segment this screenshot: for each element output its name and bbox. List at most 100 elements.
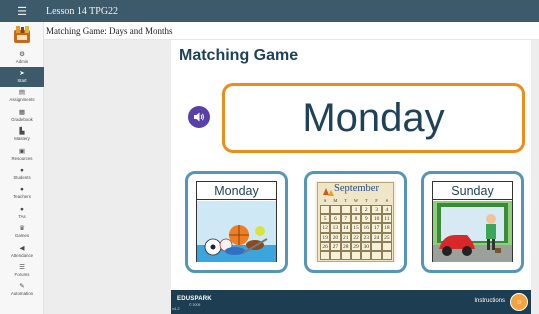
calendar-day-cell: 18 bbox=[381, 223, 392, 233]
activity-title-bar: Matching Game: Days and Months bbox=[44, 22, 539, 40]
sidebar-item-automation[interactable]: ✎ Automation bbox=[0, 281, 44, 300]
calendar-day-cell: 2 bbox=[361, 205, 372, 215]
activity-title: Matching Game: Days and Months bbox=[46, 25, 173, 36]
sidebar-item-label: Assignments bbox=[9, 97, 35, 103]
calendar-day-cell: 9 bbox=[361, 214, 372, 224]
calendar-day-cell: 6 bbox=[330, 214, 341, 224]
sidebar-item-label: Teachers bbox=[13, 194, 31, 200]
calendar-day-cell: 28 bbox=[340, 241, 351, 251]
sidebar-item-start[interactable]: ➤ Start bbox=[0, 67, 44, 87]
choice-card-content: September S M T W T F S 1 2 3 4 5 6 7 8 9 10 11 12 13 14 15 16… bbox=[315, 181, 396, 262]
right-gutter bbox=[531, 40, 539, 314]
calendar-day-cell: 7 bbox=[340, 214, 351, 224]
calendar-day-cell: 11 bbox=[381, 214, 392, 224]
calendar-weekday: T bbox=[344, 198, 348, 203]
sidebar-item-label: Games bbox=[14, 233, 30, 239]
version-label: v4.2 bbox=[172, 306, 180, 311]
paper-plane-icon: ➤ bbox=[19, 70, 25, 78]
calendar-day-cell bbox=[320, 250, 331, 260]
calendar-day-cell: 22 bbox=[350, 232, 362, 242]
choice-label: Monday bbox=[197, 182, 276, 200]
instructions-label[interactable]: Instructions bbox=[474, 298, 505, 304]
calendar-day-cell bbox=[361, 250, 372, 260]
instructions-icon[interactable]: ☺ bbox=[510, 293, 528, 311]
left-gutter bbox=[44, 40, 171, 314]
app-logo-icon[interactable] bbox=[0, 22, 44, 48]
sidebar-item-label: Gradebook bbox=[11, 116, 33, 122]
sidebar-item-students[interactable]: ● Students bbox=[0, 164, 44, 183]
calendar-day-cell: 5 bbox=[320, 214, 331, 224]
calendar-day-cell: 12 bbox=[320, 223, 331, 233]
forum-icon: ☰ bbox=[19, 263, 25, 271]
hamburger-icon[interactable]: ☰ bbox=[0, 0, 44, 22]
sidebar-item-label: Students bbox=[13, 175, 31, 181]
calendar-day-cell bbox=[381, 241, 392, 251]
choice-card-monday[interactable]: Monday bbox=[185, 171, 288, 273]
calendar-day-cell: 16 bbox=[361, 223, 372, 233]
sidebar-item-tas[interactable]: ● TAs bbox=[0, 203, 44, 222]
calendar-day-cell: 8 bbox=[350, 214, 362, 224]
calendar-day-cell bbox=[330, 205, 341, 215]
ta-icon: ● bbox=[20, 205, 24, 213]
september-calendar-image: September S M T W T F S 1 2 3 4 5 6 7 8 9 10 11 12 13 14 15 16… bbox=[317, 182, 394, 262]
calendar-grid: S M T W T F S 1 2 3 4 5 6 7 8 9 10 11 12 13 14 15 16 17 18 19 20 21… bbox=[320, 196, 392, 260]
calendar-day-cell: 23 bbox=[361, 232, 372, 242]
brand-subtitle: © 2009 bbox=[189, 303, 201, 307]
gear-icon: ⚙ bbox=[19, 50, 25, 58]
sidebar-item-label: Attendance bbox=[10, 252, 34, 258]
sidebar-item-admin[interactable]: ⚙ Admin bbox=[0, 48, 44, 67]
sidebar-item-label: Mastery bbox=[14, 136, 30, 142]
game-footer: EDUSPARK © 2009 v4.2 Instructions ☺ bbox=[171, 290, 531, 314]
calendar-weekday: T bbox=[364, 198, 368, 203]
calendar-day-cell: 25 bbox=[381, 232, 392, 242]
calendar-day-cell bbox=[340, 250, 351, 260]
sidebar-item-label: Automation bbox=[10, 291, 34, 297]
calendar-day-cell: 15 bbox=[350, 223, 362, 233]
calendar-day-cell: 29 bbox=[350, 241, 362, 251]
sidebar-item-resources[interactable]: ▣ Resources bbox=[0, 145, 44, 164]
calendar-weekday: F bbox=[375, 198, 378, 203]
matching-game-panel: Matching Game Monday Monday September S … bbox=[171, 40, 531, 314]
calendar-day-cell: 17 bbox=[371, 223, 382, 233]
sidebar-item-attendance[interactable]: ◀ Attendance bbox=[0, 242, 44, 261]
sidebar-item-label: Forums bbox=[14, 271, 30, 277]
bar-chart-icon: ▙ bbox=[19, 128, 25, 136]
calendar-day-cell bbox=[320, 205, 331, 215]
calendar-day-cell: 19 bbox=[320, 232, 331, 242]
calendar-weekday: M bbox=[333, 198, 338, 203]
sidebar-item-forums[interactable]: ☰ Forums bbox=[0, 261, 44, 280]
calendar-day-cell: 24 bbox=[371, 232, 382, 242]
calendar-day-cell bbox=[330, 250, 341, 260]
calendar-day-cell: 10 bbox=[371, 214, 382, 224]
sidebar-item-teachers[interactable]: ● Teachers bbox=[0, 184, 44, 203]
calendar-day-cell: 30 bbox=[361, 241, 372, 251]
calendar-day-cell: 3 bbox=[371, 205, 382, 215]
calendar-day-cell: 4 bbox=[381, 205, 392, 215]
lesson-title: Lesson 14 TPG22 bbox=[46, 5, 119, 17]
top-bar: ☰ Lesson 14 TPG22 bbox=[0, 0, 539, 22]
sidebar-item-label: TAs bbox=[18, 213, 26, 219]
speaker-icon[interactable] bbox=[188, 106, 210, 128]
sidebar-item-mastery[interactable]: ▙ Mastery bbox=[0, 126, 44, 145]
prompt-word-box: Monday bbox=[222, 83, 525, 153]
calendar-weekday: S bbox=[323, 198, 327, 203]
calendar-day-cell: 20 bbox=[330, 232, 341, 242]
choice-card-sunday[interactable]: Sunday bbox=[421, 171, 524, 273]
choice-label: Sunday bbox=[433, 182, 512, 200]
choice-card-september[interactable]: September S M T W T F S 1 2 3 4 5 6 7 8 9 10 11 12 13 14 15 16… bbox=[304, 171, 407, 273]
sidebar-item-label: Admin bbox=[15, 58, 29, 64]
calendar-day-cell: 21 bbox=[340, 232, 351, 242]
megaphone-icon: ◀ bbox=[19, 244, 25, 252]
calendar-day-cell: 13 bbox=[330, 223, 341, 233]
calendar-day-cell bbox=[381, 250, 392, 260]
eduspark-logo: EDUSPARK bbox=[177, 296, 212, 302]
sidebar-item-games[interactable]: ♛ Games bbox=[0, 223, 44, 242]
calendar-day-cell: 27 bbox=[330, 241, 341, 251]
sidebar-item-gradebook[interactable]: ▦ Gradebook bbox=[0, 106, 44, 125]
calendar-day-cell: 26 bbox=[320, 241, 331, 251]
calendar-day-cell bbox=[371, 250, 382, 260]
sidebar-item-assignments[interactable]: ▤ Assignments bbox=[0, 87, 44, 106]
sidebar-item-label: Resources bbox=[11, 155, 33, 161]
sports-balls-image bbox=[197, 201, 276, 262]
sidebar-nav: ⚙ Admin ➤ Start ▤ Assignments ▦ Gradebook ▙ Maste… bbox=[0, 48, 44, 300]
